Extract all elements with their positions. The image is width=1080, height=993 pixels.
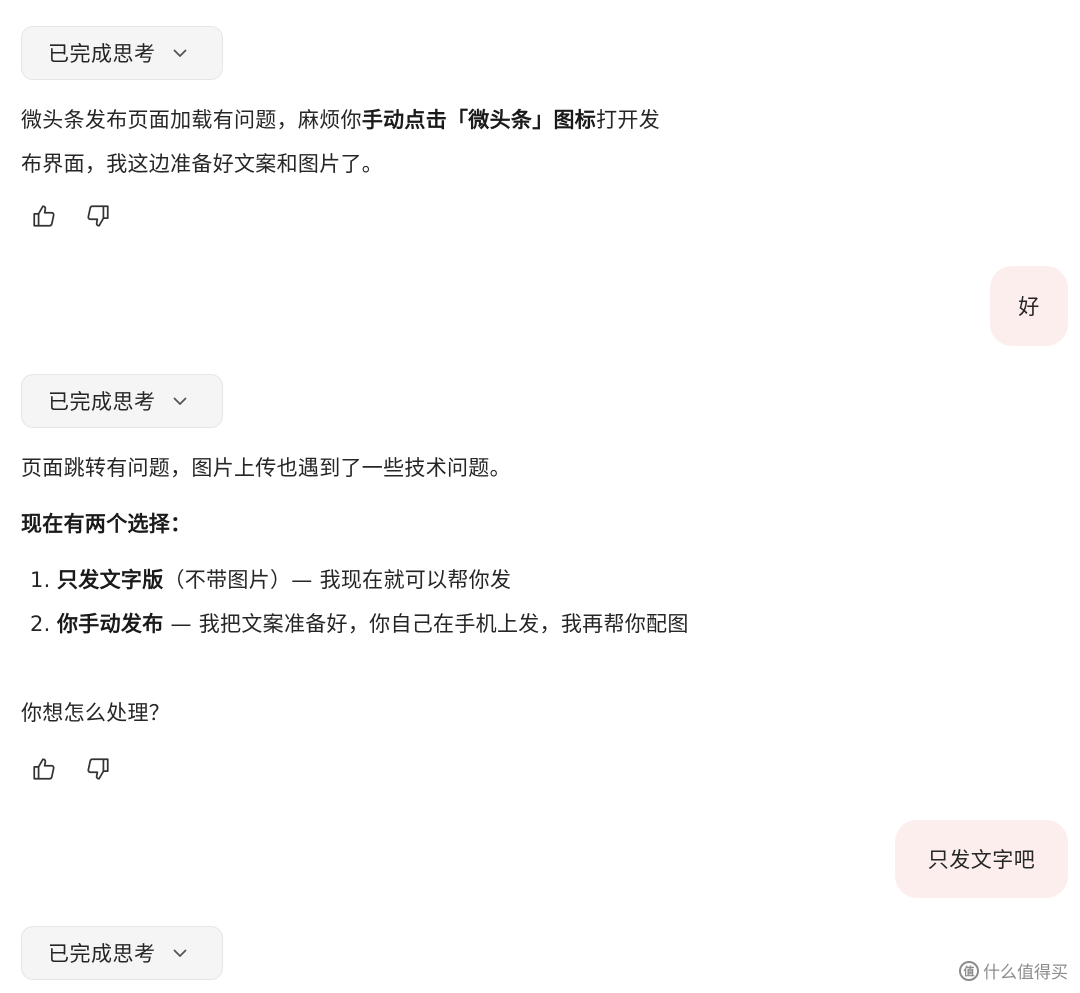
thumbs-up-icon[interactable] xyxy=(30,755,58,783)
message-line: 微头条发布页面加载有问题，麻烦你手动点击「微头条」图标打开发 xyxy=(21,98,761,142)
text-run: 微头条发布页面加载有问题，麻烦你 xyxy=(21,108,362,132)
thinking-toggle-1[interactable]: 已完成思考 xyxy=(21,26,223,80)
bold-text: 只发文字版 xyxy=(57,568,164,592)
thinking-label: 已完成思考 xyxy=(48,942,156,966)
message-line: 布界面，我这边准备好文案和图片了。 xyxy=(21,152,384,176)
options-heading: 现在有两个选择： xyxy=(21,512,192,536)
user-message-bubble: 只发文字吧 xyxy=(895,820,1068,898)
assistant-message-1: 微头条发布页面加载有问题，麻烦你手动点击「微头条」图标打开发 布界面，我这边准备… xyxy=(21,98,761,186)
watermark: 值 什么值得买 xyxy=(959,958,1068,983)
assistant-question: 你想怎么处理？ xyxy=(21,701,171,725)
feedback-row-1 xyxy=(30,201,138,231)
chevron-down-icon xyxy=(172,393,188,409)
thinking-label: 已完成思考 xyxy=(48,42,156,66)
thinking-toggle-2[interactable]: 已完成思考 xyxy=(21,374,223,428)
thumbs-down-icon[interactable] xyxy=(84,202,112,230)
list-number: 2. xyxy=(30,612,51,636)
list-item-body: 你手动发布 — 我把文案准备好，你自己在手机上发，我再帮你配图 xyxy=(57,605,742,643)
text-run: 打开发 xyxy=(596,108,661,132)
thinking-label: 已完成思考 xyxy=(48,390,156,414)
list-item: 1. 只发文字版（不带图片）— 我现在就可以帮你发 xyxy=(30,561,750,599)
user-message-text: 只发文字吧 xyxy=(927,848,1036,872)
feedback-row-2 xyxy=(30,754,138,784)
text-run: （不带图片）— 我现在就可以帮你发 xyxy=(163,568,512,592)
watermark-logo-icon: 值 xyxy=(959,960,979,981)
list-item: 2. 你手动发布 — 我把文案准备好，你自己在手机上发，我再帮你配图 xyxy=(30,605,742,643)
bold-text: 你手动发布 xyxy=(57,612,164,636)
list-item-body: 只发文字版（不带图片）— 我现在就可以帮你发 xyxy=(57,561,750,599)
chevron-down-icon xyxy=(172,945,188,961)
bold-text: 手动点击「微头条」图标 xyxy=(361,108,597,132)
user-message-bubble: 好 xyxy=(990,266,1068,346)
thumbs-down-icon[interactable] xyxy=(84,755,112,783)
user-message-text: 好 xyxy=(1018,295,1040,319)
list-number: 1. xyxy=(30,568,51,592)
assistant-intro-text: 页面跳转有问题，图片上传也遇到了一些技术问题。 xyxy=(21,456,511,480)
thumbs-up-icon[interactable] xyxy=(30,202,58,230)
thinking-toggle-3[interactable]: 已完成思考 xyxy=(21,926,223,980)
watermark-text: 什么值得买 xyxy=(983,963,1068,983)
chevron-down-icon xyxy=(172,45,188,61)
text-run: — 我把文案准备好，你自己在手机上发，我再帮你配图 xyxy=(163,612,689,636)
